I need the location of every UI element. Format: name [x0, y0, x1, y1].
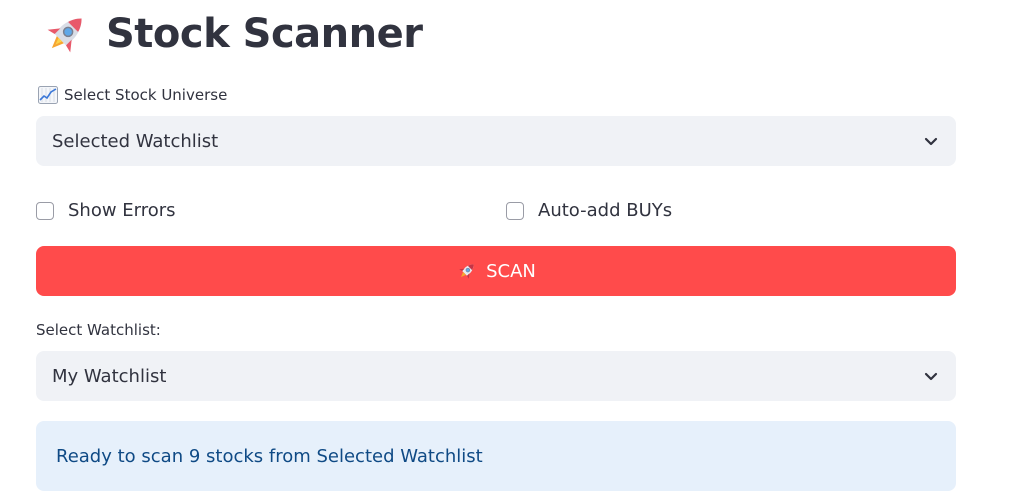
universe-label: Select Stock Universe — [64, 86, 228, 104]
page-title: Stock Scanner — [106, 11, 423, 57]
chart-increasing-icon — [38, 86, 58, 104]
show-errors-checkbox-row[interactable]: Show Errors — [36, 200, 176, 221]
watchlist-value: My Watchlist — [52, 365, 167, 387]
auto-add-buys-label: Auto-add BUYs — [538, 200, 673, 221]
info-message: Ready to scan 9 stocks from Selected Wat… — [56, 445, 483, 467]
chevron-down-icon — [924, 137, 938, 146]
auto-add-buys-checkbox-row[interactable]: Auto-add BUYs — [506, 200, 672, 221]
stock-universe-select[interactable]: Selected Watchlist — [36, 116, 956, 166]
show-errors-checkbox[interactable] — [36, 201, 54, 220]
stock-scanner-page: Stock Scanner Select Stock Universe Sele… — [0, 0, 1021, 503]
title-row: Stock Scanner — [40, 6, 423, 62]
rocket-icon — [47, 18, 82, 53]
universe-label-row: Select Stock Universe — [38, 86, 227, 104]
scan-button-label: SCAN — [486, 260, 536, 282]
stock-universe-value: Selected Watchlist — [52, 130, 219, 152]
watchlist-select[interactable]: My Watchlist — [36, 351, 956, 401]
watchlist-label: Select Watchlist: — [36, 321, 161, 339]
scan-button[interactable]: SCAN — [36, 246, 956, 296]
auto-add-buys-checkbox[interactable] — [506, 201, 524, 220]
show-errors-label: Show Errors — [68, 200, 176, 221]
rocket-icon — [459, 264, 474, 279]
chevron-down-icon — [924, 372, 938, 381]
info-alert: Ready to scan 9 stocks from Selected Wat… — [36, 421, 956, 491]
